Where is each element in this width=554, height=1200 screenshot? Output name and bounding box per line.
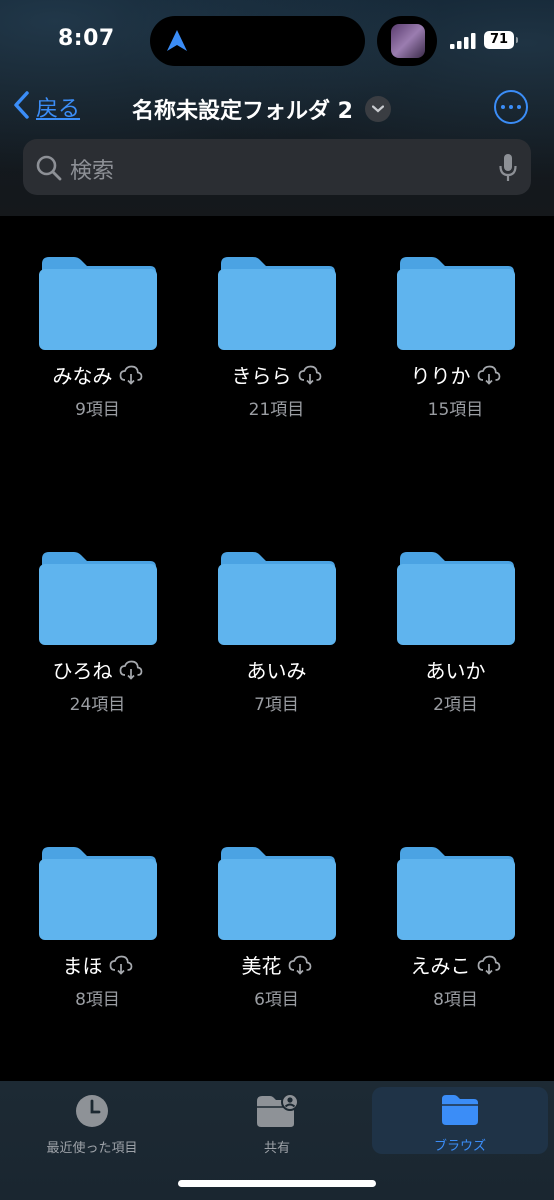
cloud-download-icon[interactable] <box>298 365 322 385</box>
cloud-download-icon[interactable] <box>477 955 501 975</box>
page-title: 名称未設定フォルダ 2 <box>132 99 353 124</box>
folder-name: まほ <box>62 954 103 978</box>
search-icon <box>35 154 63 186</box>
cloud-download-icon[interactable] <box>119 365 143 385</box>
folder-icon <box>217 257 336 350</box>
cellular-signal-icon <box>450 33 476 53</box>
folder-item[interactable]: 美花 6項目 <box>187 846 366 1010</box>
folder-item[interactable]: まほ 8項目 <box>8 846 187 1010</box>
folder-name: ひろね <box>52 659 113 683</box>
dynamic-island[interactable] <box>150 16 365 66</box>
folder-name: りりか <box>410 364 471 388</box>
folder-item[interactable]: あいみ 7項目 <box>187 551 366 715</box>
status-time: 8:07 <box>58 26 115 51</box>
folder-grid: みなみ 9項目 きらら 21項目 りりか 15項目 ひろね 24項目 あいみ 7… <box>0 216 554 1081</box>
folder-item-count: 8項目 <box>433 990 478 1010</box>
tab-shared[interactable]: 共有 <box>187 1093 367 1156</box>
chevron-down-icon <box>364 96 391 122</box>
cloud-download-icon[interactable] <box>119 660 143 680</box>
folder-item-count: 6項目 <box>254 990 299 1010</box>
title-menu[interactable]: 名称未設定フォルダ 2 <box>132 93 391 125</box>
folder-item-count: 21項目 <box>248 400 305 420</box>
folder-item-count: 7項目 <box>254 695 299 715</box>
folder-item-count: 24項目 <box>69 695 126 715</box>
folder-item[interactable]: きらら 21項目 <box>187 256 366 420</box>
battery-indicator: 71 <box>484 31 518 49</box>
ellipsis-dot <box>509 105 513 109</box>
folder-name: きらら <box>231 364 292 388</box>
tab-label: 最近使った項目 <box>46 1141 138 1156</box>
tab-recents[interactable]: 最近使った項目 <box>2 1093 182 1156</box>
home-indicator[interactable] <box>178 1180 376 1187</box>
folder-name: 美花 <box>241 954 282 978</box>
search-field[interactable]: 検索 <box>23 139 531 195</box>
folder-icon <box>396 552 515 645</box>
folder-item[interactable]: えみこ 8項目 <box>366 846 545 1010</box>
back-label: 戻る <box>36 97 81 122</box>
folder-icon <box>38 257 157 350</box>
tab-label: 共有 <box>263 1141 290 1156</box>
navigation-bar: 戻る 名称未設定フォルダ 2 <box>0 80 554 136</box>
app-thumbnail-icon <box>391 24 425 58</box>
cloud-download-icon[interactable] <box>109 955 133 975</box>
back-button[interactable]: 戻る <box>12 90 80 124</box>
ellipsis-dot <box>501 105 505 109</box>
ellipsis-dot <box>517 105 521 109</box>
folder-item[interactable]: りりか 15項目 <box>366 256 545 420</box>
clock-icon <box>76 1095 108 1127</box>
folder-item-count: 8項目 <box>75 990 120 1010</box>
cloud-download-icon[interactable] <box>477 365 501 385</box>
folder-name: えみこ <box>410 954 471 978</box>
folder-item-count: 15項目 <box>427 400 484 420</box>
cloud-download-icon[interactable] <box>288 955 312 975</box>
folder-icon <box>442 1095 478 1125</box>
microphone-icon[interactable] <box>498 153 518 187</box>
folder-item[interactable]: みなみ 9項目 <box>8 256 187 420</box>
folder-item[interactable]: あいか 2項目 <box>366 551 545 715</box>
folder-icon <box>38 847 157 940</box>
folder-name: あいみ <box>246 659 307 683</box>
status-bar: 8:07 71 <box>0 0 554 80</box>
shared-folder-icon <box>257 1093 299 1127</box>
navigation-arrow-icon <box>166 29 188 57</box>
folder-icon <box>217 847 336 940</box>
folder-item-count: 9項目 <box>75 400 120 420</box>
tab-label: ブラウズ <box>433 1139 486 1154</box>
chevron-left-icon <box>12 90 30 124</box>
folder-icon <box>396 257 515 350</box>
search-placeholder: 検索 <box>70 159 115 184</box>
folder-icon <box>396 847 515 940</box>
tab-browse[interactable]: ブラウズ <box>370 1093 550 1154</box>
more-options-button[interactable] <box>494 90 528 124</box>
folder-icon <box>217 552 336 645</box>
folder-item-count: 2項目 <box>433 695 478 715</box>
live-activity-island[interactable] <box>377 16 437 66</box>
folder-item[interactable]: ひろね 24項目 <box>8 551 187 715</box>
folder-icon <box>38 552 157 645</box>
folder-name: みなみ <box>52 364 113 388</box>
folder-name: あいか <box>425 659 486 683</box>
